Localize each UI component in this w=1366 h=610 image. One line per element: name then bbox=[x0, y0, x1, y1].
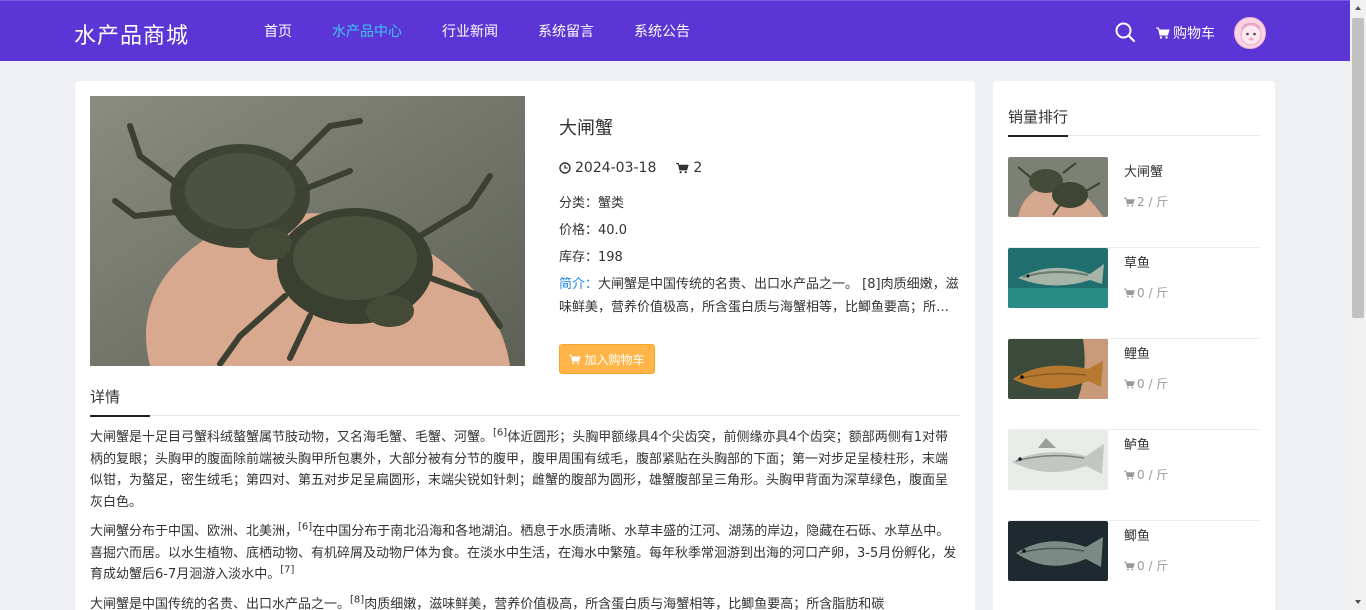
rank-item-sales: 0 / 斤 bbox=[1124, 466, 1168, 483]
rank-thumbnail[interactable] bbox=[1008, 521, 1108, 581]
rank-item-name[interactable]: 大闸蟹 bbox=[1124, 161, 1163, 180]
page-scrollbar[interactable] bbox=[1350, 0, 1366, 610]
user-avatar[interactable] bbox=[1234, 17, 1266, 49]
cart-icon bbox=[1124, 561, 1135, 570]
list-item[interactable]: 鲤鱼 0 / 斤 bbox=[1008, 339, 1260, 430]
rank-item-name[interactable]: 鲈鱼 bbox=[1124, 434, 1150, 453]
nav-messages[interactable]: 系统留言 bbox=[538, 21, 594, 41]
rank-item-name[interactable]: 鲫鱼 bbox=[1124, 525, 1150, 544]
list-item[interactable]: 鲈鱼 0 / 斤 bbox=[1008, 430, 1260, 521]
detail-paragraph: 大闸蟹是十足目弓蟹科绒螯蟹属节肢动物，又名海毛蟹、毛蟹、河蟹。[6]体近圆形；头… bbox=[90, 427, 949, 510]
search-icon[interactable] bbox=[1114, 21, 1136, 43]
category-label: 分类： bbox=[559, 196, 599, 211]
product-info: 大闸蟹 2024-03-18 2 分类：蟹类 价格：40.0 库存：198 简介… bbox=[559, 96, 959, 319]
product-title: 大闸蟹 bbox=[559, 118, 613, 139]
product-detail-panel: 大闸蟹 2024-03-18 2 分类：蟹类 价格：40.0 库存：198 简介… bbox=[75, 81, 975, 610]
detail-content: 大闸蟹是十足目弓蟹科绒螯蟹属节肢动物，又名海毛蟹、毛蟹、河蟹。[6]体近圆形；头… bbox=[90, 427, 960, 610]
intro-label: 简介： bbox=[559, 277, 599, 292]
top-nav-bar: 水产品商城 首页 水产品中心 行业新闻 系统留言 系统公告 购物车 bbox=[0, 0, 1350, 61]
cart-icon bbox=[1124, 470, 1135, 479]
tab-detail[interactable]: 详情 bbox=[90, 386, 150, 417]
nav-industry-news[interactable]: 行业新闻 bbox=[442, 21, 498, 41]
scroll-up-arrow-icon[interactable] bbox=[1350, 0, 1366, 16]
site-logo[interactable]: 水产品商城 bbox=[74, 18, 189, 50]
product-category-row: 分类：蟹类 bbox=[559, 194, 959, 213]
clock-icon bbox=[559, 162, 571, 174]
price-label: 价格： bbox=[559, 223, 599, 238]
add-to-cart-button[interactable]: 加入购物车 bbox=[559, 344, 655, 374]
scroll-down-arrow-icon[interactable] bbox=[1350, 594, 1366, 610]
sales-ranking-title: 销量排行 bbox=[1008, 106, 1069, 137]
cart-label: 购物车 bbox=[1173, 26, 1215, 42]
detail-paragraph: 大闸蟹分布于中国、欧洲、北美洲，[6]在中国分布于南北沿海和各地湖泊。栖息于水质… bbox=[90, 521, 957, 582]
list-item[interactable]: 草鱼 0 / 斤 bbox=[1008, 248, 1260, 339]
list-item[interactable]: 大闸蟹 2 / 斤 bbox=[1008, 157, 1260, 248]
price-value: 40.0 bbox=[598, 223, 627, 238]
product-cart-count: 2 bbox=[693, 160, 703, 176]
nav-announcements[interactable]: 系统公告 bbox=[634, 21, 690, 41]
rank-thumbnail[interactable] bbox=[1008, 430, 1108, 490]
rank-thumbnail[interactable] bbox=[1008, 157, 1108, 217]
category-value: 蟹类 bbox=[598, 196, 625, 211]
product-date: 2024-03-18 bbox=[575, 160, 657, 176]
intro-text: 大闸蟹是中国传统的名贵、出口水产品之一。 [8]肉质细嫩，滋味鲜美，营养价值极高… bbox=[559, 277, 959, 315]
nav-home[interactable]: 首页 bbox=[264, 21, 292, 41]
list-item[interactable]: 鲫鱼 0 / 斤 bbox=[1008, 521, 1260, 610]
product-image bbox=[90, 96, 525, 366]
rank-item-name[interactable]: 草鱼 bbox=[1124, 252, 1150, 271]
rank-item-sales: 0 / 斤 bbox=[1124, 375, 1168, 392]
cart-link[interactable]: 购物车 bbox=[1156, 23, 1215, 43]
sales-ranking-list: 大闸蟹 2 / 斤 草鱼 0 / 斤 鲤鱼 0 / 斤 鲈鱼 0 / 斤 鲫鱼 … bbox=[1008, 157, 1260, 610]
cart-icon bbox=[1124, 379, 1135, 388]
sales-ranking-panel: 销量排行 大闸蟹 2 / 斤 草鱼 0 / 斤 鲤鱼 0 / 斤 鲈鱼 0 / … bbox=[993, 81, 1275, 610]
sales-ranking-header: 销量排行 bbox=[1008, 106, 1260, 137]
detail-paragraph: 大闸蟹是中国传统的名贵、出口水产品之一。[8]肉质细嫩，滋味鲜美，营养价值极高，… bbox=[90, 594, 885, 610]
nav-product-center[interactable]: 水产品中心 bbox=[332, 21, 402, 41]
cart-icon bbox=[1124, 288, 1135, 297]
rank-item-sales: 0 / 斤 bbox=[1124, 557, 1168, 574]
rank-item-sales: 2 / 斤 bbox=[1124, 193, 1168, 210]
product-stock-row: 库存：198 bbox=[559, 248, 959, 267]
cart-icon bbox=[1124, 197, 1135, 206]
scrollbar-thumb[interactable] bbox=[1352, 18, 1364, 318]
stock-value: 198 bbox=[598, 250, 623, 265]
cart-icon bbox=[676, 162, 690, 174]
rank-item-name[interactable]: 鲤鱼 bbox=[1124, 343, 1150, 362]
rank-item-sales: 0 / 斤 bbox=[1124, 284, 1168, 301]
rank-thumbnail[interactable] bbox=[1008, 248, 1108, 308]
main-nav: 首页 水产品中心 行业新闻 系统留言 系统公告 bbox=[264, 21, 730, 41]
cart-icon bbox=[1156, 27, 1170, 39]
product-meta: 2024-03-18 2 bbox=[559, 160, 959, 176]
product-price-row: 价格：40.0 bbox=[559, 221, 959, 240]
rank-thumbnail[interactable] bbox=[1008, 339, 1108, 399]
add-to-cart-label: 加入购物车 bbox=[584, 352, 645, 367]
detail-tab-bar: 详情 bbox=[90, 384, 960, 417]
stock-label: 库存： bbox=[559, 250, 599, 265]
cart-icon bbox=[569, 354, 582, 364]
product-intro: 简介：大闸蟹是中国传统的名贵、出口水产品之一。 [8]肉质细嫩，滋味鲜美，营养价… bbox=[559, 273, 959, 319]
